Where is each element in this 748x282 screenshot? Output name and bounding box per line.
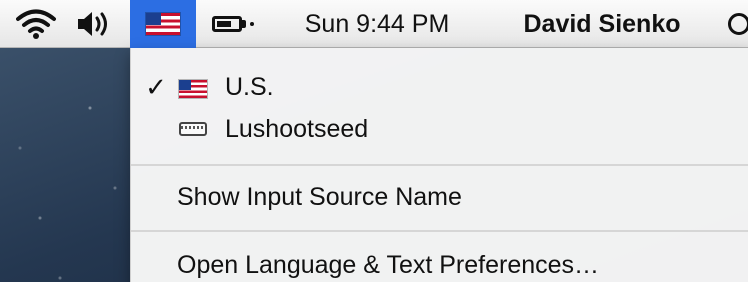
menu-item-open-language-text-preferences[interactable]: Open Language & Text Preferences… xyxy=(131,244,748,282)
input-source-menu[interactable] xyxy=(130,0,196,48)
menu-separator xyxy=(131,230,748,232)
volume-icon xyxy=(78,12,107,36)
menu-item-us[interactable]: ✓ U.S. xyxy=(131,66,748,108)
input-source-dropdown: ✓ U.S. Lushootseed Show Input Source Nam… xyxy=(130,48,748,282)
menu-item-label: Show Input Source Name xyxy=(177,182,462,211)
keyboard-icon xyxy=(179,118,207,136)
wifi-icon xyxy=(16,9,56,39)
spotlight-icon xyxy=(728,13,748,35)
checkmark-icon: ✓ xyxy=(145,71,167,102)
menu-item-show-input-source-name[interactable]: Show Input Source Name xyxy=(131,176,748,218)
menu-item-label: Open Language & Text Preferences… xyxy=(177,250,600,279)
spotlight-button[interactable] xyxy=(728,0,748,48)
menubar-clock[interactable]: Sun 9:44 PM xyxy=(272,0,482,48)
volume-menu[interactable] xyxy=(68,0,120,48)
wifi-menu[interactable] xyxy=(8,0,64,48)
menu-item-label: Lushootseed xyxy=(225,114,369,143)
menu-bar: Sun 9:44 PM David Sienko xyxy=(0,0,748,48)
menu-item-label: U.S. xyxy=(225,72,274,101)
menu-item-lushootseed[interactable]: Lushootseed xyxy=(131,108,748,150)
battery-icon xyxy=(212,16,254,32)
us-flag-icon xyxy=(146,13,180,35)
user-menu[interactable]: David Sienko xyxy=(484,0,720,48)
battery-menu[interactable] xyxy=(198,0,268,48)
menu-separator xyxy=(131,164,748,166)
us-flag-icon xyxy=(179,76,207,105)
